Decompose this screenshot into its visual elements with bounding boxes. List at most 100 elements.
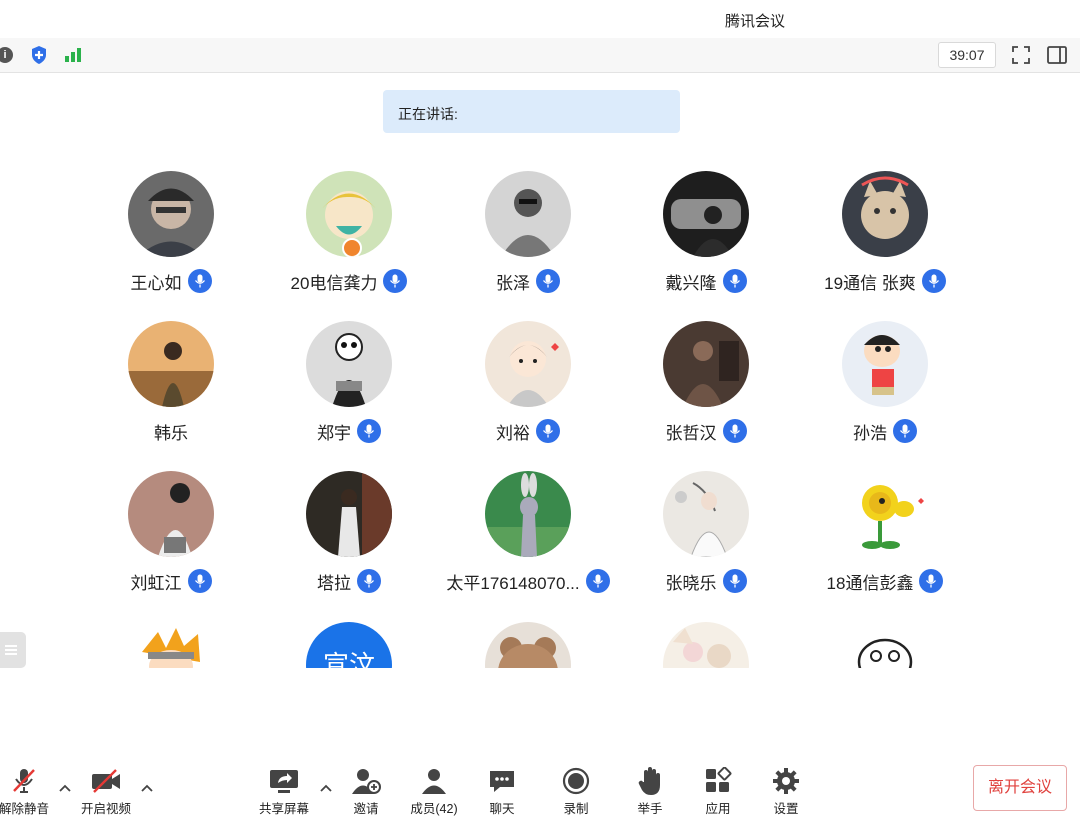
mic-icon	[921, 269, 946, 293]
participant-name: 20电信龚力	[290, 273, 378, 293]
participant-name: 张哲汉	[665, 423, 717, 443]
start-video-button[interactable]: 开启视频	[76, 766, 136, 817]
participant-grid: 王心如 20电信龚力 张泽 戴兴隆 19通信 张爽 韩乐 郑宇 刘裕 张哲汉 孙…	[0, 0, 1080, 668]
participant-tile[interactable]: 张泽	[438, 171, 618, 293]
share-options-caret[interactable]	[319, 780, 333, 794]
avatar	[306, 321, 392, 407]
list-icon	[5, 645, 17, 655]
participant-tile[interactable]: 18通信彭鑫	[795, 471, 975, 593]
avatar	[663, 321, 749, 407]
avatar	[485, 622, 571, 668]
share-screen-button[interactable]: 共享屏幕	[254, 766, 314, 817]
members-label: 成员(42)	[410, 802, 458, 816]
participant-tile[interactable]: 19通信 张爽	[795, 171, 975, 293]
invite-label: 邀请	[353, 802, 379, 816]
participant-name: 刘虹江	[130, 573, 182, 593]
record-icon	[546, 766, 606, 796]
leave-meeting-button[interactable]: 离开会议	[973, 765, 1067, 811]
participant-name: 18通信彭鑫	[826, 573, 914, 593]
avatar: 宣汶	[306, 622, 392, 668]
participant-tile[interactable]: 郑宇	[259, 321, 439, 443]
mic-icon	[383, 269, 408, 293]
participant-tile[interactable]	[616, 622, 796, 668]
apps-button[interactable]: 应用	[688, 766, 748, 817]
participant-tile[interactable]	[438, 622, 618, 668]
invite-icon	[336, 766, 396, 796]
avatar	[663, 622, 749, 668]
raise-hand-button[interactable]: 举手	[620, 766, 680, 817]
avatar	[842, 471, 928, 557]
audio-options-caret[interactable]	[58, 780, 72, 794]
mic-icon	[187, 269, 212, 293]
participant-tile[interactable]: 太平176148070...	[438, 471, 618, 593]
participant-tile[interactable]: 刘裕	[438, 321, 618, 443]
participant-tile[interactable]: 刘虹江	[81, 471, 261, 593]
unmute-button[interactable]: 解除静音	[0, 766, 54, 817]
participant-tile[interactable]: 孙浩	[795, 321, 975, 443]
participant-name: 戴兴隆	[665, 273, 717, 293]
avatar	[842, 321, 928, 407]
avatar	[128, 622, 214, 668]
avatar	[128, 471, 214, 557]
hand-icon	[620, 766, 680, 796]
mic-icon	[722, 419, 747, 443]
video-options-caret[interactable]	[140, 780, 154, 794]
participant-tile[interactable]: 张晓乐	[616, 471, 796, 593]
participant-name: 刘裕	[496, 423, 530, 443]
avatar	[842, 171, 928, 257]
members-button[interactable]: 成员(42)	[404, 766, 464, 817]
collapse-list-tab[interactable]	[0, 632, 26, 668]
avatar	[128, 321, 214, 407]
invite-button[interactable]: 邀请	[336, 766, 396, 817]
avatar-initials: 宣汶	[322, 650, 375, 668]
avatar	[306, 171, 392, 257]
participant-tile[interactable]: 韩乐	[81, 321, 261, 443]
share-screen-label: 共享屏幕	[258, 802, 309, 816]
chat-button[interactable]: 聊天	[472, 766, 532, 817]
mic-icon	[536, 419, 560, 443]
mic-icon	[187, 569, 212, 593]
record-label: 录制	[563, 802, 589, 816]
apps-label: 应用	[705, 802, 731, 816]
avatar	[663, 171, 749, 257]
participant-tile[interactable]: 塔拉	[259, 471, 439, 593]
host-badge	[342, 238, 362, 257]
mic-icon	[919, 569, 944, 593]
participant-tile[interactable]: 张哲汉	[616, 321, 796, 443]
mic-icon	[893, 419, 917, 443]
avatar	[485, 321, 571, 407]
participant-tile[interactable]	[81, 622, 261, 668]
mic-icon	[536, 269, 560, 293]
avatar	[842, 622, 928, 668]
mic-icon	[357, 569, 381, 593]
participant-tile[interactable]: 戴兴隆	[616, 171, 796, 293]
settings-button[interactable]: 设置	[756, 766, 816, 817]
participant-name: 郑宇	[317, 423, 351, 443]
avatar	[128, 171, 214, 257]
mic-icon	[585, 569, 610, 593]
participant-tile[interactable]: 王心如	[81, 171, 261, 293]
settings-label: 设置	[773, 802, 799, 816]
mic-icon	[357, 419, 381, 443]
participant-name: 塔拉	[317, 573, 351, 593]
avatar	[306, 471, 392, 557]
participant-tile[interactable]: 20电信龚力	[259, 171, 439, 293]
participant-name: 张泽	[496, 273, 530, 293]
chat-icon	[472, 766, 532, 796]
avatar	[485, 471, 571, 557]
record-button[interactable]: 录制	[546, 766, 606, 817]
participant-name: 太平176148070...	[446, 573, 580, 593]
start-video-label: 开启视频	[80, 802, 131, 816]
raise-hand-label: 举手	[637, 802, 663, 816]
participant-name: 韩乐	[154, 423, 188, 443]
unmute-label: 解除静音	[0, 802, 49, 816]
participant-tile[interactable]	[795, 622, 975, 668]
avatar	[663, 471, 749, 557]
participant-tile[interactable]: 宣汶	[259, 622, 439, 668]
members-icon	[404, 766, 464, 796]
participant-name: 王心如	[130, 273, 182, 293]
mic-muted-icon	[0, 766, 54, 796]
mic-icon	[722, 269, 747, 293]
gear-icon	[756, 766, 816, 796]
participant-name: 孙浩	[853, 423, 887, 443]
